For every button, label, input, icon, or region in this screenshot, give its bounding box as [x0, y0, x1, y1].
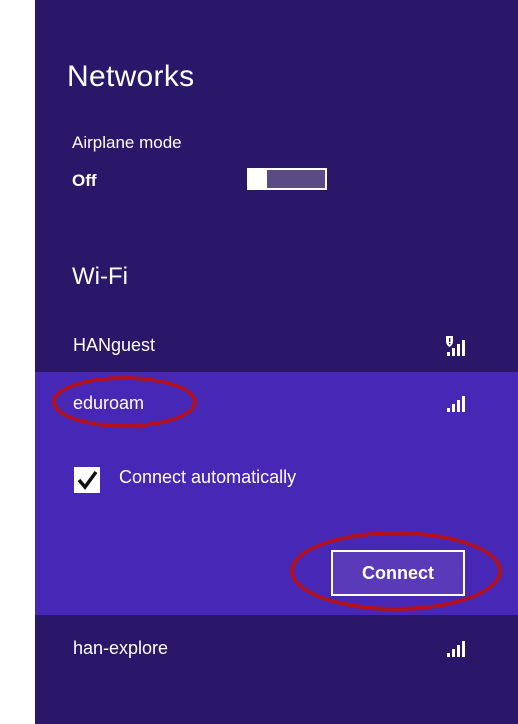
wifi-heading: Wi-Fi [72, 263, 128, 290]
network-item-hanguest[interactable]: HANguest [35, 322, 518, 370]
networks-panel: Networks Airplane mode Off Wi-Fi HANgues… [35, 0, 518, 724]
network-item-eduroam[interactable]: eduroam [35, 372, 518, 432]
airplane-mode-state: Off [72, 171, 97, 190]
network-name: HANguest [73, 335, 156, 355]
network-item-han-explore[interactable]: han-explore [35, 622, 518, 672]
connect-automatically-label: Connect automatically [119, 467, 297, 487]
toggle-thumb [249, 170, 267, 188]
signal-bars-icon [447, 641, 465, 657]
signal-bars-icon [447, 396, 465, 412]
page-title: Networks [67, 60, 195, 93]
toggle-track [267, 170, 325, 188]
secured-signal-icon [446, 336, 465, 356]
airplane-mode-label: Airplane mode [72, 133, 182, 152]
airplane-mode-toggle[interactable] [247, 168, 327, 190]
network-name: eduroam [73, 393, 145, 413]
network-name: han-explore [73, 638, 169, 658]
connect-button[interactable]: Connect [331, 550, 465, 596]
connect-automatically-checkbox[interactable] [74, 467, 100, 493]
